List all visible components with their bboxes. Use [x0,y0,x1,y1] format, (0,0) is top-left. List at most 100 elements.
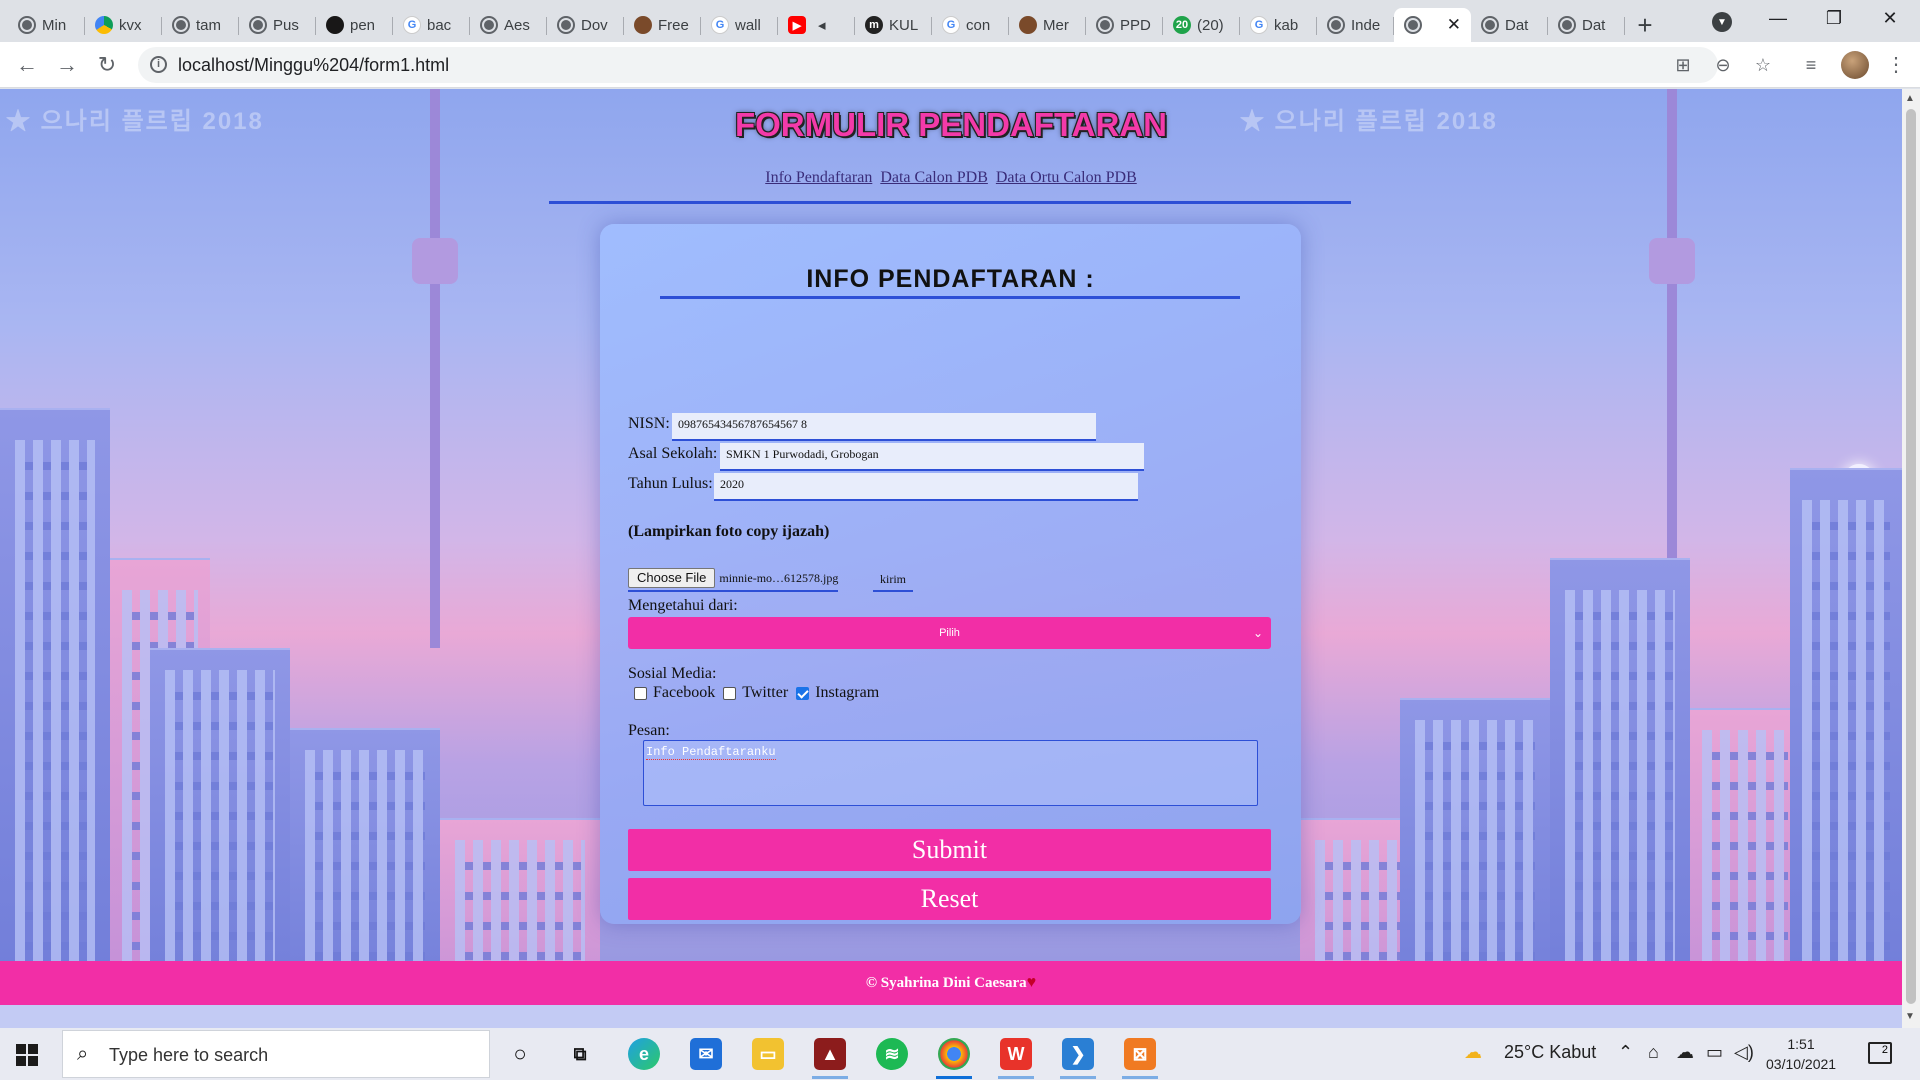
weather-text[interactable]: 25°C Kabut [1504,1042,1596,1063]
reading-list-icon[interactable]: ≡ [1800,55,1822,77]
form-card: INFO PENDAFTARAN : NISN: 098765434567876… [600,224,1301,924]
scroll-up-icon[interactable]: ▲ [1905,93,1915,104]
globe-icon [1481,16,1499,34]
facebook-option[interactable]: Facebook [634,684,715,702]
back-icon[interactable]: ← [14,52,40,78]
browser-tab[interactable]: Dat [1548,8,1625,42]
browser-tab[interactable]: Dat [1471,8,1548,42]
app-icon [1019,16,1037,34]
browser-tab[interactable]: Min [8,8,85,42]
scroll-down-icon[interactable]: ▼ [1905,1011,1915,1022]
windows-start-icon[interactable] [16,1044,38,1066]
vscode-icon[interactable]: ❯ [1062,1038,1094,1070]
nav-link-info-pendaftaran[interactable]: Info Pendaftaran [765,169,872,186]
file-explorer-icon[interactable]: ▭ [752,1038,784,1070]
year-input[interactable]: 2020 [714,473,1138,501]
translate-icon[interactable]: ⊞ [1672,55,1694,77]
task-view-icon[interactable]: ⧉ [564,1038,596,1070]
bookmark-star-icon[interactable]: ☆ [1752,55,1774,77]
tab-label: Pus [273,16,299,34]
meet-now-icon[interactable]: ⌂ [1648,1042,1659,1063]
file-input[interactable]: Choose File minnie-mo…612578.jpg [628,566,839,592]
tab-label: tam [196,16,222,34]
twitter-option[interactable]: Twitter [723,684,788,702]
browser-tab[interactable]: ▶ ◂ [778,8,855,42]
source-select[interactable]: Pilih ⌄ [628,617,1271,649]
browser-tab[interactable]: m KUL [855,8,932,42]
notification-icon[interactable]: 2 [1868,1042,1892,1064]
browser-tab[interactable]: PPD [1086,8,1163,42]
url-text[interactable]: localhost/Minggu%204/form1.html [178,55,449,76]
forward-icon[interactable]: → [54,52,80,78]
nav-link-data-ortu-calon-pdb[interactable]: Data Ortu Calon PDB [996,169,1137,186]
browser-tab[interactable]: Gwall [701,8,778,42]
tab-label: Inde [1351,16,1381,34]
chrome-icon[interactable] [938,1038,970,1070]
browser-tab[interactable]: Aes [470,8,547,42]
facebook-checkbox[interactable] [634,686,647,700]
weather-icon: ☁ [1464,1042,1482,1062]
nav-link-data-calon-pdb[interactable]: Data Calon PDB [880,169,988,186]
xampp-icon[interactable]: ⊠ [1124,1038,1156,1070]
browser-tab[interactable]: Dov [547,8,624,42]
zoom-icon[interactable]: ⊖ [1712,55,1734,77]
info-icon[interactable]: i [150,56,167,73]
facebook-label: Facebook [653,684,716,701]
browser-tab[interactable]: Gbac [393,8,470,42]
cortana-icon[interactable]: ○ [504,1038,536,1070]
wps-office-icon[interactable]: W [1000,1038,1032,1070]
browser-tab[interactable]: Free [624,8,701,42]
reset-button[interactable]: Reset [628,878,1271,920]
search-icon: ⌕ [77,1043,89,1065]
browser-tab[interactable]: Gcon [932,8,1009,42]
close-tab-icon[interactable]: ✕ [1447,15,1461,35]
instagram-checkbox[interactable] [796,686,810,700]
mute-icon[interactable]: ◂ [818,16,826,34]
browser-tab[interactable]: tam [162,8,239,42]
social-label: Sosial Media: [628,665,717,682]
page-nav: Info Pendaftaran Data Calon PDB Data Ort… [0,169,1902,187]
school-label: Asal Sekolah: [628,445,718,462]
taskbar-search[interactable]: ⌕ Type here to search [62,1030,490,1078]
school-input[interactable]: SMKN 1 Purwodadi, Grobogan [720,443,1144,471]
browser-tab[interactable]: kvx [85,8,162,42]
address-bar[interactable]: i localhost/Minggu%204/form1.html ⊞ ⊖ [138,47,1731,83]
minimize-button[interactable]: — [1758,8,1798,32]
year-label: Tahun Lulus: [628,475,713,492]
app-icon[interactable]: ▲ [814,1038,846,1070]
twitter-checkbox[interactable] [723,686,737,700]
battery-icon[interactable]: ▭ [1706,1042,1723,1063]
menu-icon[interactable]: ⋮ [1886,52,1906,77]
browser-tab[interactable]: Inde [1317,8,1394,42]
onedrive-icon[interactable]: ☁ [1676,1042,1694,1063]
browser-tab[interactable]: 20 (20) [1163,8,1240,42]
maximize-button[interactable]: ❐ [1814,8,1854,32]
clock[interactable]: 1:51 03/10/2021 [1766,1034,1836,1074]
reload-icon[interactable]: ↻ [94,52,120,78]
browser-tab[interactable]: Mer [1009,8,1086,42]
scrollbar[interactable]: ▲ ▼ [1902,89,1920,1028]
close-window-button[interactable]: ✕ [1870,8,1910,32]
send-button[interactable]: kirim [873,566,913,592]
submit-button[interactable]: Submit [628,829,1271,871]
browser-tab[interactable]: Gkab [1240,8,1317,42]
volume-icon[interactable]: ◁) [1734,1042,1754,1063]
tab-search-icon[interactable]: ▼ [1712,12,1732,32]
new-tab-button[interactable]: + [1625,8,1665,42]
spotify-icon[interactable]: ≋ [876,1038,908,1070]
scroll-thumb[interactable] [1906,109,1916,1004]
github-icon [326,16,344,34]
tab-label: Min [42,16,67,34]
message-textarea[interactable]: Info Pendaftaranku [643,740,1258,806]
source-select-value: Pilih [939,627,960,639]
chevron-up-icon[interactable]: ⌃ [1618,1042,1633,1063]
choose-file-button[interactable]: Choose File [628,568,716,588]
nisn-input[interactable]: 09876543456787654567 8 [672,413,1096,441]
browser-tab[interactable]: Pus [239,8,316,42]
instagram-option[interactable]: Instagram [796,684,879,702]
profile-avatar[interactable] [1841,51,1869,79]
edge-icon[interactable]: e [628,1038,660,1070]
mail-icon[interactable]: ✉ [690,1038,722,1070]
browser-tab[interactable]: ✕ [1394,8,1471,42]
browser-tab[interactable]: pen [316,8,393,42]
